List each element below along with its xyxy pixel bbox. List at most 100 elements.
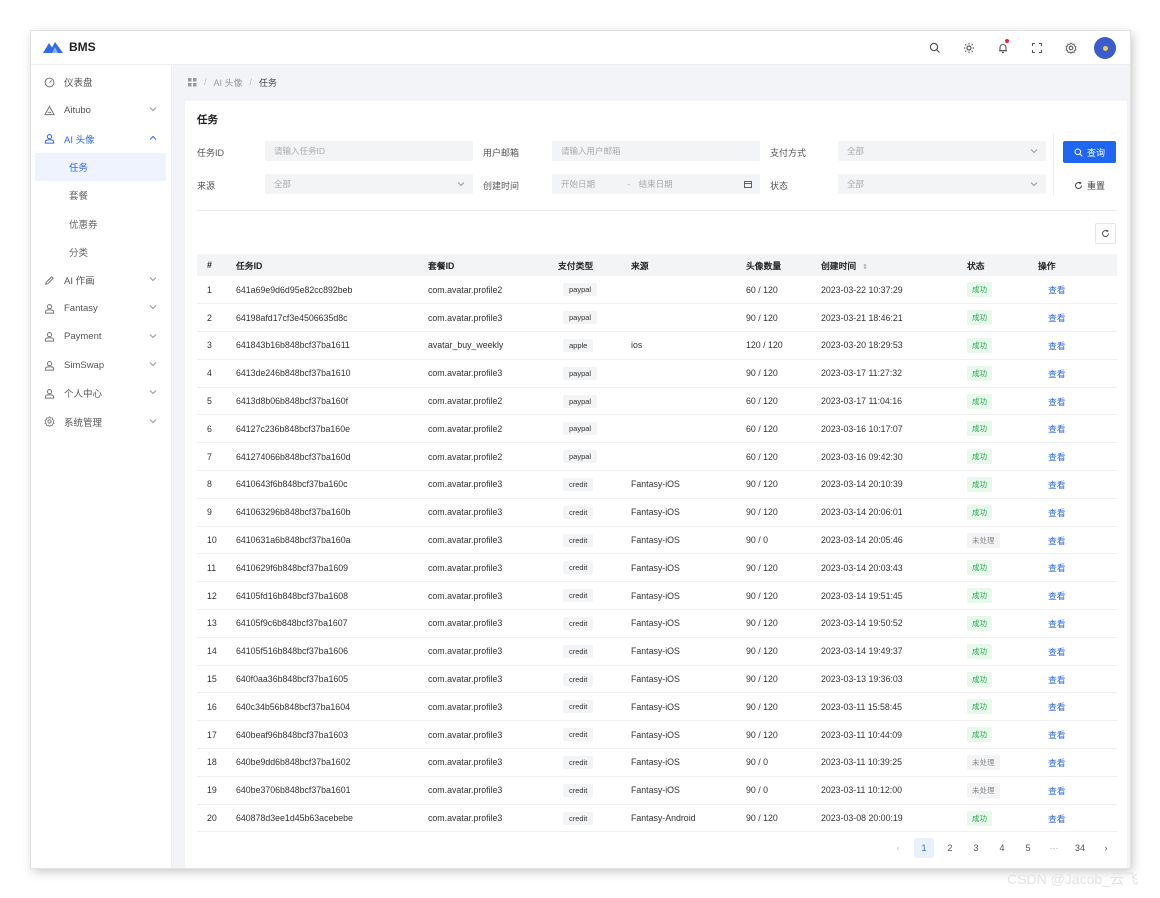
view-link[interactable]: 查看 [1048, 563, 1066, 573]
col-header-created-time[interactable]: 创建时间 ⇕ [821, 254, 967, 276]
cell-status: 成功 [967, 582, 1038, 610]
cell-source: Fantasy-iOS [631, 674, 680, 685]
cell-avatar-count: 90 / 120 [746, 646, 778, 657]
view-link[interactable]: 查看 [1048, 647, 1066, 657]
reset-button[interactable]: 重置 [1063, 174, 1116, 196]
sidebar-item-profile[interactable]: 个人中心 [31, 379, 171, 407]
bell-icon[interactable] [986, 36, 1020, 60]
settings-icon[interactable] [1054, 36, 1088, 60]
view-link[interactable]: 查看 [1048, 591, 1066, 601]
cell-source: Fantasy-iOS [631, 479, 680, 490]
search-icon[interactable] [918, 36, 952, 60]
view-link[interactable]: 查看 [1048, 536, 1066, 546]
cell-source: Fantasy-iOS [631, 535, 680, 546]
view-link[interactable]: 查看 [1048, 786, 1066, 796]
page-button-3[interactable]: 3 [963, 838, 989, 858]
page-button-5[interactable]: 5 [1015, 838, 1041, 858]
cell-package-id: com.avatar.profile3 [428, 507, 503, 518]
end-date-input[interactable]: 结束日期 [639, 179, 673, 189]
view-link[interactable]: 查看 [1048, 702, 1066, 712]
sidebar-subitem-tasks[interactable]: 任务 [35, 152, 166, 182]
cell-pay-type: credit [558, 776, 631, 804]
cell-status: 成功 [967, 387, 1038, 415]
cell-action: 查看 [1038, 387, 1117, 415]
sidebar-subitem-packages[interactable]: 套餐 [35, 181, 166, 209]
page-button-2[interactable]: 2 [937, 838, 963, 858]
cell-task-id: 641843b16b848bcf37ba1611 [236, 340, 350, 351]
date-range-picker[interactable]: 开始日期 - 结束日期 [552, 174, 760, 194]
view-link[interactable]: 查看 [1048, 480, 1066, 490]
sidebar-item-dashboard[interactable]: 仪表盘 [31, 68, 171, 96]
view-link[interactable]: 查看 [1048, 341, 1066, 351]
page-ellipsis[interactable]: ··· [1041, 838, 1067, 858]
query-button[interactable]: 查询 [1063, 141, 1116, 163]
section-divider [197, 210, 1117, 211]
source-select[interactable]: 全部 [265, 174, 473, 194]
cell-package-id: com.avatar.profile3 [428, 729, 503, 740]
app-logo[interactable]: BMS [43, 40, 96, 54]
pagination: ‹ 1 2 3 4 5 ··· 34 › [885, 838, 1119, 858]
sidebar-subitem-categories[interactable]: 分类 [35, 238, 166, 266]
avatar[interactable] [1094, 37, 1116, 59]
view-link[interactable]: 查看 [1048, 508, 1066, 518]
page-button-last[interactable]: 34 [1067, 838, 1093, 858]
view-link[interactable]: 查看 [1048, 619, 1066, 629]
view-link[interactable]: 查看 [1048, 397, 1066, 407]
fullscreen-icon[interactable] [1020, 36, 1054, 60]
view-link[interactable]: 查看 [1048, 675, 1066, 685]
page-button-4[interactable]: 4 [989, 838, 1015, 858]
cell-task-id: 64198afd17cf3e4506635d8c [236, 312, 348, 323]
created-time-header-label: 创建时间 [821, 260, 857, 271]
avatar-dot [1102, 45, 1108, 51]
sun-icon[interactable] [952, 36, 986, 60]
gear-icon [43, 416, 55, 428]
cell-pay-type: credit [558, 804, 631, 832]
cell-action: 查看 [1038, 554, 1117, 582]
view-link[interactable]: 查看 [1048, 452, 1066, 462]
start-date-input[interactable]: 开始日期 [561, 179, 595, 189]
cell-status: 成功 [967, 471, 1038, 499]
next-page-button[interactable]: › [1093, 838, 1119, 858]
sidebar-item-aitubo[interactable]: Aitubo [31, 96, 171, 124]
chevron-down-icon [149, 333, 157, 338]
breadcrumb-item[interactable]: AI 头像 [214, 76, 243, 89]
cell-action: 查看 [1038, 804, 1117, 832]
sidebar-item-payment[interactable]: Payment [31, 323, 171, 351]
prev-page-button[interactable]: ‹ [885, 838, 911, 858]
task-id-input[interactable]: 请输入任务ID [265, 141, 473, 161]
sidebar-subitem-coupons[interactable]: 优惠券 [35, 209, 166, 237]
status-select[interactable]: 全部 [838, 174, 1046, 194]
source-label: 来源 [197, 181, 216, 191]
sidebar-item-ai-painting[interactable]: AI 作画 [31, 266, 171, 294]
sidebar-item-simswap[interactable]: SimSwap [31, 351, 171, 379]
sidebar-item-fantasy[interactable]: Fantasy [31, 294, 171, 322]
filter-divider [1053, 134, 1054, 196]
cell-pay-type: credit [558, 637, 631, 665]
view-link[interactable]: 查看 [1048, 758, 1066, 768]
cell-pay-type-value: paypal [563, 366, 598, 380]
cell-package-id: com.avatar.profile2 [428, 451, 503, 462]
sidebar-item-system[interactable]: 系统管理 [31, 408, 171, 436]
sidebar-item-ai-avatar[interactable]: AI 头像 [31, 125, 171, 153]
view-link[interactable]: 查看 [1048, 730, 1066, 740]
cell-action: 查看 [1038, 415, 1117, 443]
page-button-1[interactable]: 1 [914, 838, 934, 858]
cell-source: Fantasy-iOS [631, 562, 680, 573]
cell-created-time: 2023-03-14 20:06:01 [821, 507, 903, 518]
sort-icon[interactable]: ⇕ [862, 263, 868, 271]
refresh-button[interactable] [1095, 223, 1116, 244]
pay-method-select[interactable]: 全部 [838, 141, 1046, 161]
view-link[interactable]: 查看 [1048, 424, 1066, 434]
menu-grid-icon[interactable] [188, 77, 197, 87]
view-link[interactable]: 查看 [1048, 285, 1066, 295]
email-input[interactable]: 请输入用户邮箱 [552, 141, 760, 161]
view-link[interactable]: 查看 [1048, 369, 1066, 379]
cell-pay-type: credit [558, 498, 631, 526]
cell-task-id: 64105f9c6b848bcf37ba1607 [236, 618, 348, 629]
view-link[interactable]: 查看 [1048, 814, 1066, 824]
cell-index: 1 [207, 284, 212, 295]
cell-package-id: avatar_buy_weekly [428, 340, 504, 351]
view-link[interactable]: 查看 [1048, 313, 1066, 323]
cell-pay-type-value: apple [563, 338, 594, 352]
cell-created-time: 2023-03-20 18:29:53 [821, 340, 903, 351]
